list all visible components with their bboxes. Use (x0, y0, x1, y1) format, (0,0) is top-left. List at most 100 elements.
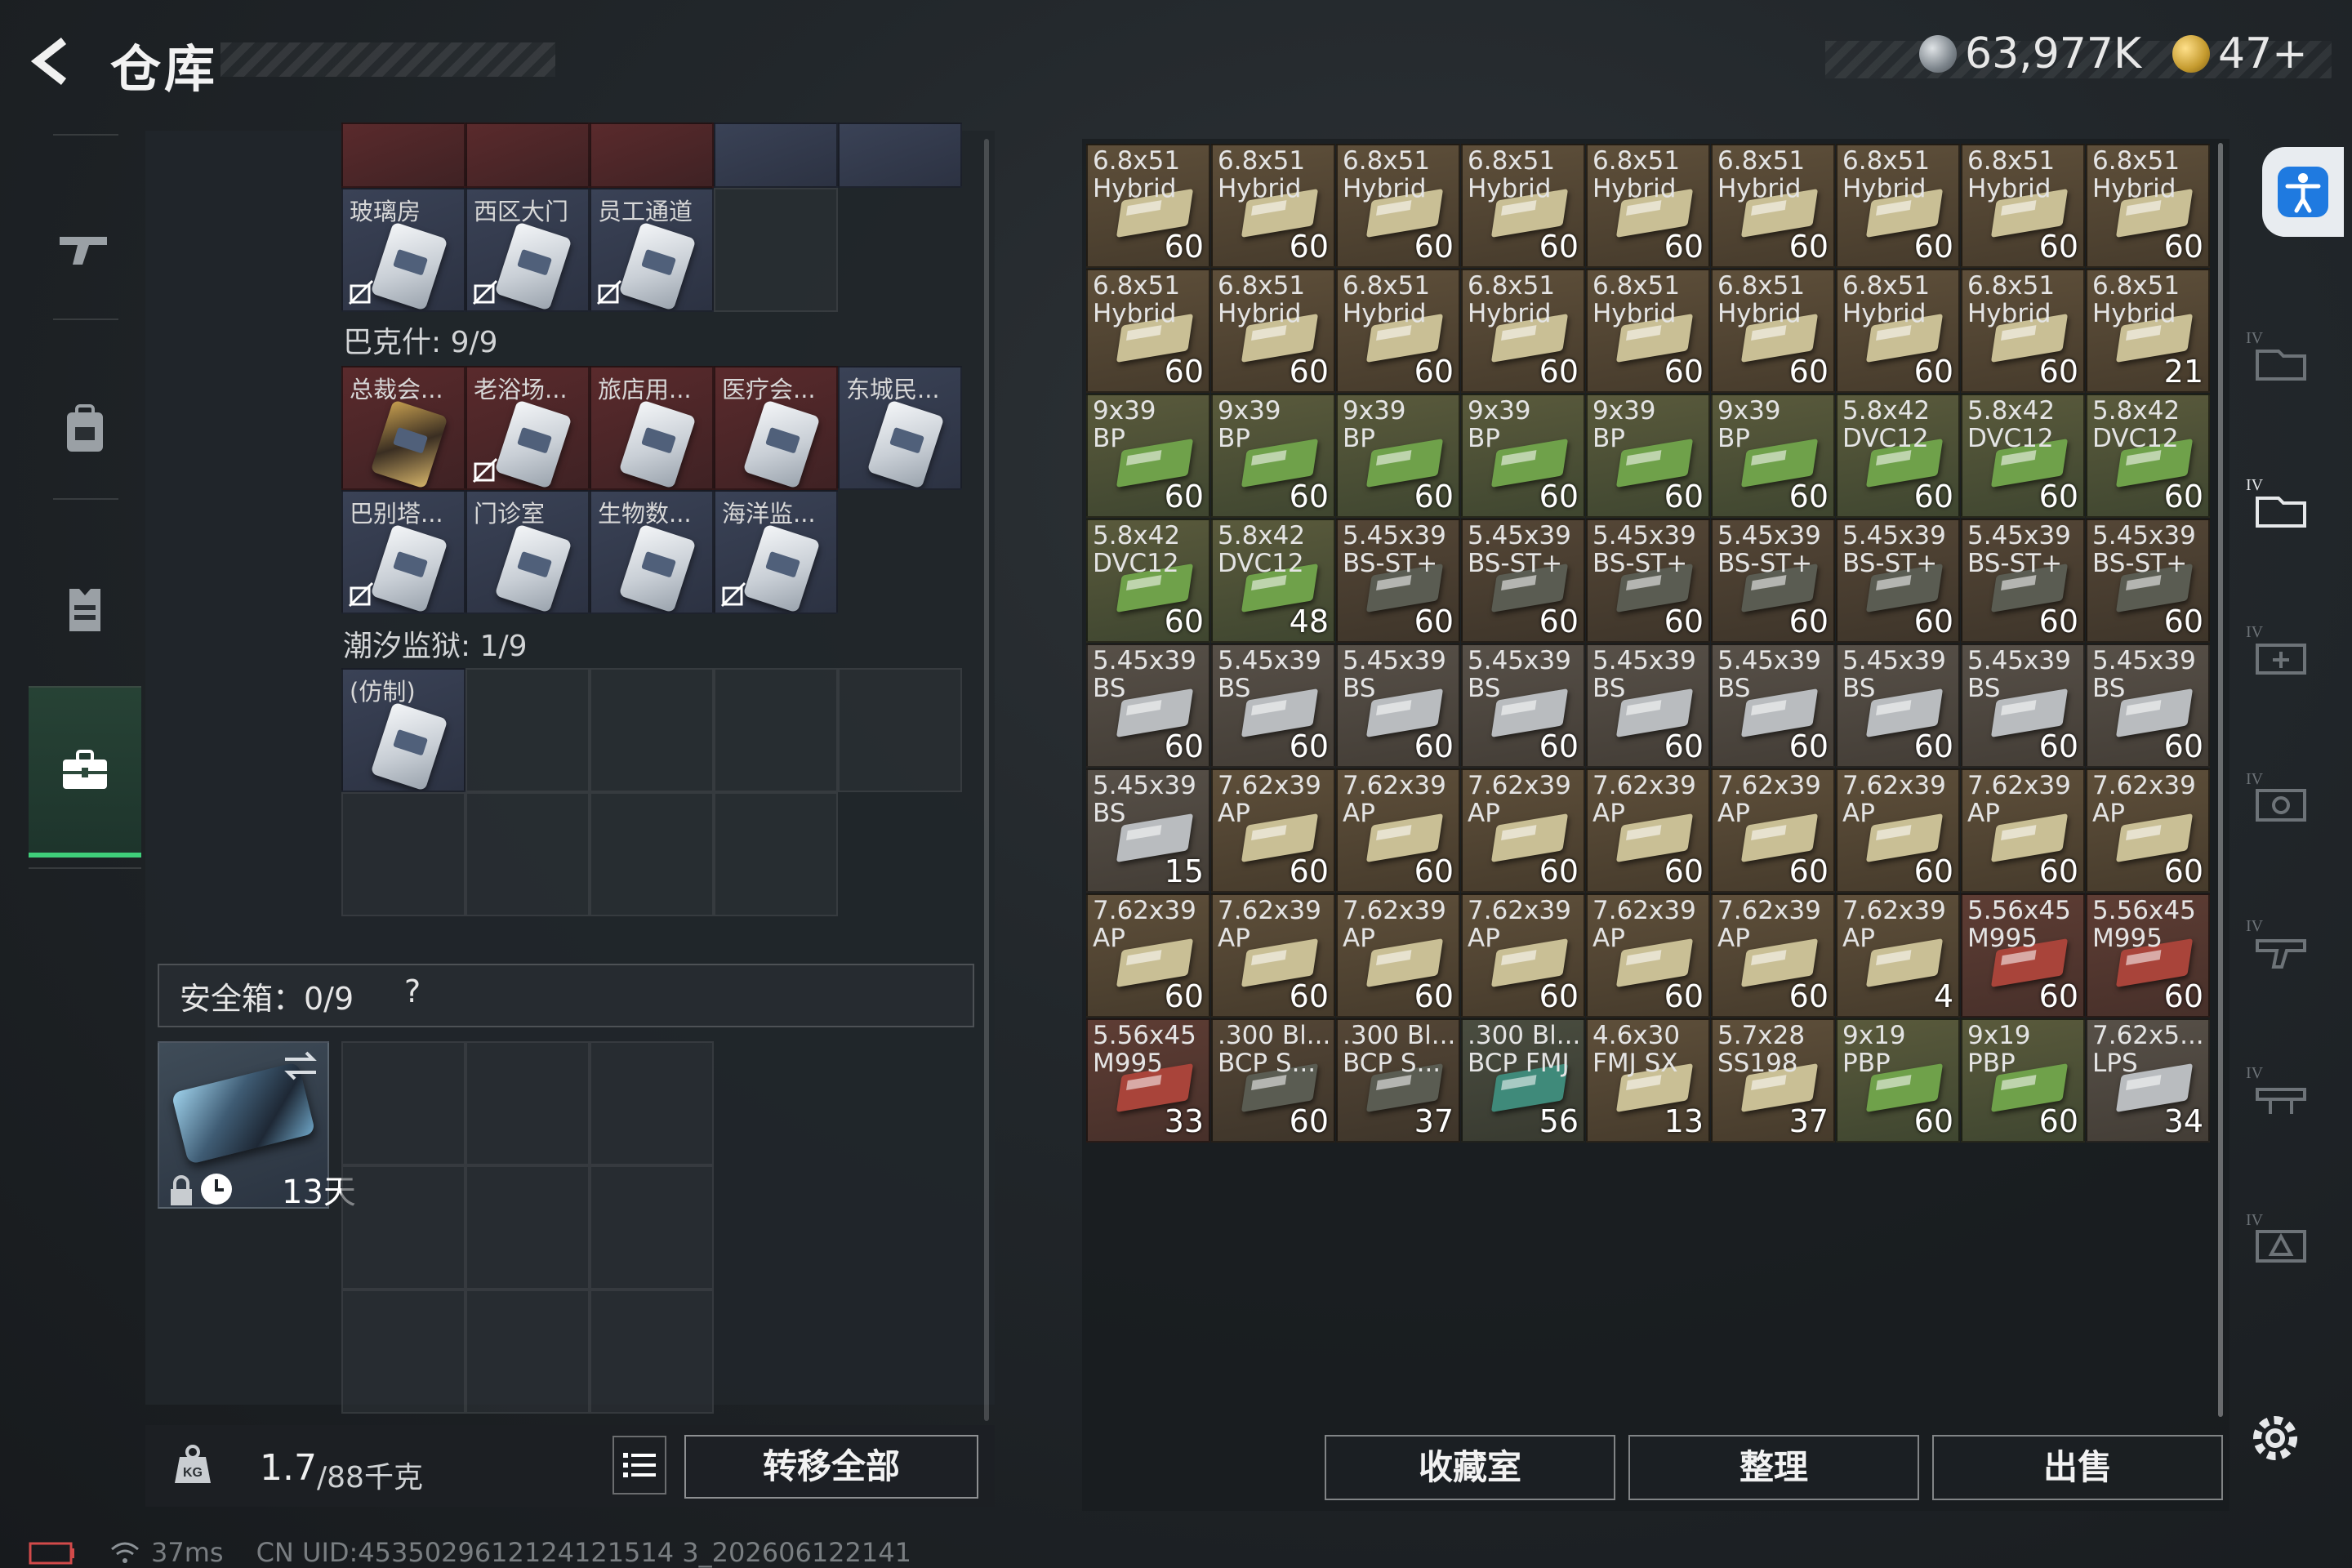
ammo-stack[interactable]: 9x39 BP 60 (1711, 394, 1835, 518)
ammo-stack[interactable]: .300 Bl... BCP S... 37 (1336, 1018, 1460, 1143)
sell-button[interactable]: 出售 (1932, 1435, 2223, 1500)
stash-tab-2[interactable]: IV (2242, 466, 2315, 539)
ammo-stack[interactable]: 6.8x51 Hybrid 60 (1836, 144, 1960, 268)
ammo-stack[interactable]: 5.7x28 SS198 37 (1711, 1018, 1835, 1143)
ammo-stack[interactable]: 5.45x39 BS 60 (1461, 644, 1585, 768)
ammo-stack[interactable]: 7.62x39 AP 60 (1961, 768, 2085, 893)
ammo-stack[interactable]: 5.45x39 BS 60 (1211, 644, 1335, 768)
currency-main[interactable]: 63,977K (1919, 29, 2141, 78)
ammo-stack[interactable]: .300 Bl... BCP FMJ 56 (1461, 1018, 1585, 1143)
ammo-stack[interactable]: 6.8x51 Hybrid 60 (1711, 269, 1835, 393)
currency-premium[interactable]: 47+ (2172, 29, 2308, 78)
ammo-stack[interactable]: 5.45x39 BS 15 (1086, 768, 1210, 893)
back-button[interactable] (24, 34, 82, 88)
nav-weapon[interactable] (29, 196, 141, 302)
ammo-stack[interactable]: 6.8x51 Hybrid 60 (2086, 144, 2210, 268)
ammo-stack[interactable]: 6.8x51 Hybrid 60 (1586, 269, 1710, 393)
ammo-stack[interactable]: 7.62x39 AP 60 (1336, 768, 1460, 893)
ammo-stack[interactable]: 5.45x39 BS 60 (1086, 644, 1210, 768)
ammo-stack[interactable]: 5.45x39 BS-ST+ 60 (2086, 519, 2210, 643)
keycard-slot[interactable] (590, 122, 714, 188)
stash-tab-5[interactable]: IV (2242, 906, 2315, 980)
ammo-stack[interactable]: 6.8x51 Hybrid 60 (1586, 144, 1710, 268)
ammo-stack[interactable]: 7.62x39 AP 60 (1836, 768, 1960, 893)
ammo-stack[interactable]: 9x19 PBP 60 (1836, 1018, 1960, 1143)
transfer-all-button[interactable]: 转移全部 (684, 1435, 978, 1499)
ammo-stack[interactable]: 5.8x42 DVC12 60 (1086, 519, 1210, 643)
ammo-stack[interactable]: 6.8x51 Hybrid 60 (1711, 144, 1835, 268)
keycard-item[interactable]: 玻璃房 (341, 188, 466, 312)
ammo-stack[interactable]: 7.62x39 AP 60 (1586, 768, 1710, 893)
keycard-item[interactable]: 旅店用... (590, 366, 714, 490)
container-scrollbar[interactable] (984, 139, 989, 1421)
stash-tab-3[interactable]: IV (2242, 612, 2315, 686)
ammo-stack[interactable]: 5.8x42 DVC12 48 (1211, 519, 1335, 643)
collection-room-button[interactable]: 收藏室 (1325, 1435, 1615, 1500)
ammo-stack[interactable]: 5.45x39 BS-ST+ 60 (1586, 519, 1710, 643)
organize-button[interactable]: 整理 (1628, 1435, 1919, 1500)
ammo-stack[interactable]: 7.62x39 AP 60 (1461, 768, 1585, 893)
ammo-stack[interactable]: 6.8x51 Hybrid 60 (1461, 144, 1585, 268)
ammo-stack[interactable]: 5.45x39 BS-ST+ 60 (1461, 519, 1585, 643)
ammo-stack[interactable]: 5.45x39 BS-ST+ 60 (1961, 519, 2085, 643)
accessibility-button[interactable] (2262, 147, 2344, 237)
ammo-stack[interactable]: 5.45x39 BS 60 (2086, 644, 2210, 768)
ammo-stack[interactable]: 5.45x39 BS 60 (1586, 644, 1710, 768)
keycard-item[interactable]: 老浴场... (466, 366, 590, 490)
ammo-stack[interactable]: 5.45x39 BS 60 (1961, 644, 2085, 768)
nav-briefcase[interactable] (29, 686, 141, 858)
ammo-stack[interactable]: 6.8x51 Hybrid 60 (1336, 269, 1460, 393)
ammo-stack[interactable]: 5.8x42 DVC12 60 (1961, 394, 2085, 518)
keycard-slot[interactable] (466, 122, 590, 188)
stash-tab-7[interactable]: IV (2242, 1200, 2315, 1274)
ammo-stack[interactable]: 7.62x39 AP 60 (1211, 768, 1335, 893)
keycard-item[interactable]: 总裁会... (341, 366, 466, 490)
ammo-stack[interactable]: 5.8x42 DVC12 60 (1836, 394, 1960, 518)
ammo-stack[interactable]: 5.45x39 BS-ST+ 60 (1711, 519, 1835, 643)
keycard-item[interactable]: 西区大门 (466, 188, 590, 312)
ammo-stack[interactable]: 9x39 BP 60 (1086, 394, 1210, 518)
ammo-stack[interactable]: 7.62x39 AP 60 (1336, 893, 1460, 1018)
ammo-stack[interactable]: 9x39 BP 60 (1461, 394, 1585, 518)
ammo-stack[interactable]: 6.8x51 Hybrid 60 (1836, 269, 1960, 393)
ammo-stack[interactable]: 5.45x39 BS 60 (1836, 644, 1960, 768)
ammo-stack[interactable]: 6.8x51 Hybrid 60 (1961, 144, 2085, 268)
ammo-stack[interactable]: 6.8x51 Hybrid 60 (1086, 269, 1210, 393)
ammo-stack[interactable]: 7.62x39 AP 60 (1086, 893, 1210, 1018)
keycard-item[interactable]: (仿制) (341, 668, 466, 792)
list-view-button[interactable] (612, 1436, 666, 1494)
keycard-item[interactable]: 门诊室 (466, 490, 590, 614)
keycard-item[interactable]: 东城民... (838, 366, 962, 490)
ammo-stack[interactable]: 7.62x39 AP 4 (1836, 893, 1960, 1018)
ammo-stack[interactable]: 6.8x51 Hybrid 60 (1336, 144, 1460, 268)
ammo-stack[interactable]: 9x39 BP 60 (1336, 394, 1460, 518)
ammo-stack[interactable]: 6.8x51 Hybrid 60 (1961, 269, 2085, 393)
ammo-stack[interactable]: .300 Bl... BCP S... 60 (1211, 1018, 1335, 1143)
safebox-help-button[interactable]: ? (404, 973, 421, 1009)
keycard-item[interactable]: 巴别塔... (341, 490, 466, 614)
keycard-item[interactable]: 员工通道 (590, 188, 714, 312)
ammo-stack[interactable]: 5.56x45 M995 33 (1086, 1018, 1210, 1143)
nav-backpack[interactable] (29, 376, 141, 482)
stash-scrollbar[interactable] (2218, 143, 2223, 1417)
keycard-slot[interactable] (341, 122, 466, 188)
ammo-stack[interactable]: 5.45x39 BS 60 (1336, 644, 1460, 768)
ammo-stack[interactable]: 7.62x39 AP 60 (1711, 893, 1835, 1018)
keycard-item[interactable]: 生物数... (590, 490, 714, 614)
keycard-slot[interactable] (838, 122, 962, 188)
keycard-item[interactable]: 海洋监... (714, 490, 838, 614)
ammo-stack[interactable]: 9x19 PBP 60 (1961, 1018, 2085, 1143)
keycard-item[interactable]: 医疗会... (714, 366, 838, 490)
ammo-stack[interactable]: 5.45x39 BS 60 (1711, 644, 1835, 768)
ammo-stack[interactable]: 5.56x45 M995 60 (2086, 893, 2210, 1018)
ammo-stack[interactable]: 7.62x5... LPS 34 (2086, 1018, 2210, 1143)
ammo-stack[interactable]: 4.6x30 FMJ SX 13 (1586, 1018, 1710, 1143)
ammo-stack[interactable]: 5.45x39 BS-ST+ 60 (1336, 519, 1460, 643)
ammo-stack[interactable]: 5.8x42 DVC12 60 (2086, 394, 2210, 518)
ammo-stack[interactable]: 5.56x45 M995 60 (1961, 893, 2085, 1018)
ammo-stack[interactable]: 7.62x39 AP 60 (1461, 893, 1585, 1018)
ammo-stack[interactable]: 6.8x51 Hybrid 60 (1211, 269, 1335, 393)
ammo-stack[interactable]: 7.62x39 AP 60 (2086, 768, 2210, 893)
stash-tab-6[interactable]: IV (2242, 1054, 2315, 1127)
ammo-stack[interactable]: 6.8x51 Hybrid 60 (1211, 144, 1335, 268)
